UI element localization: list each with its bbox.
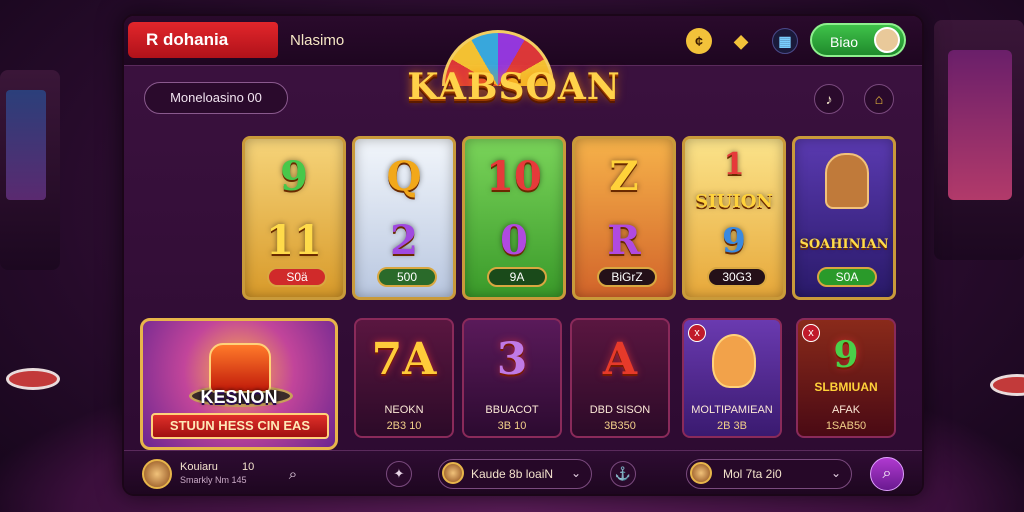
anchor-icon[interactable]: ⚓ bbox=[610, 461, 636, 487]
app-window: R dohania Nlasimo ¢ ◆ ▦ Biao Moneloasino… bbox=[122, 14, 924, 496]
card-symbol: 9 bbox=[833, 334, 859, 376]
reel-symbol: 0 bbox=[500, 217, 528, 264]
reel-badge: S0A bbox=[817, 267, 877, 287]
featured-game-card[interactable]: KESNON STUUN HESS CIN EAS bbox=[140, 318, 338, 450]
search-field[interactable]: Moneloasino 00 bbox=[144, 82, 288, 114]
slot-reels: 9 11 S0ä Q 2 500 10 0 9A Z R BiGrZ 1 SIU… bbox=[242, 136, 902, 300]
user-number: 10 bbox=[242, 461, 255, 473]
reel-1[interactable]: 9 11 S0ä bbox=[242, 136, 346, 300]
card-value: 2B3 10 bbox=[386, 420, 422, 432]
card-label: SLBMIUAN bbox=[814, 380, 878, 394]
featured-banner: STUUN HESS CIN EAS bbox=[151, 413, 329, 439]
reel-badge: BiGrZ bbox=[597, 267, 657, 287]
card-title: BBUACOT bbox=[485, 404, 539, 416]
grid-icon[interactable]: ▦ bbox=[772, 28, 798, 54]
card-symbol: 7A bbox=[371, 334, 437, 385]
character-icon bbox=[825, 153, 869, 209]
reel-2[interactable]: Q 2 500 bbox=[352, 136, 456, 300]
reel-5[interactable]: 1 SIUION 9 30G3 bbox=[682, 136, 786, 300]
chat-icon[interactable]: ◆ bbox=[728, 28, 754, 54]
reel-symbol: Z bbox=[609, 153, 639, 200]
featured-title: KESNON bbox=[200, 387, 278, 407]
alarm-light-icon bbox=[209, 343, 271, 393]
sparkle-icon[interactable]: ✦ bbox=[386, 461, 412, 487]
card-title: DBD SISON bbox=[589, 404, 651, 416]
game-card[interactable]: 3 BBUACOT 3B 10 bbox=[462, 318, 562, 438]
game-select[interactable]: Kaude 8b loaiN ⌄ bbox=[438, 459, 592, 489]
card-value: 3B 10 bbox=[497, 420, 527, 432]
reel-4[interactable]: Z R BiGrZ bbox=[572, 136, 676, 300]
card-value: 2B 3B bbox=[717, 420, 747, 432]
card-title: NEOKN bbox=[384, 404, 424, 416]
chevron-down-icon: ⌄ bbox=[570, 466, 581, 480]
game-card[interactable]: A DBD SISON 3B350 bbox=[570, 318, 670, 438]
card-title: AFAK bbox=[831, 404, 861, 416]
reel-symbol: 1 bbox=[723, 147, 745, 182]
reel-label: SIUION bbox=[695, 191, 773, 212]
reel-3[interactable]: 10 0 9A bbox=[462, 136, 566, 300]
chevron-down-icon: ⌄ bbox=[830, 466, 841, 480]
reel-badge: 500 bbox=[377, 267, 437, 287]
user-avatar bbox=[874, 27, 900, 53]
bg-slot-machine-right bbox=[934, 20, 1024, 260]
bg-slot-machine-left bbox=[0, 70, 60, 270]
game-avatar bbox=[442, 462, 464, 484]
user-subtitle: Smarkly Nm 145 bbox=[180, 475, 247, 485]
reel-symbol: 2 bbox=[390, 217, 418, 264]
game-select-label: Kaude 8b loaiN bbox=[471, 467, 554, 481]
user-name: Kouiaru bbox=[180, 461, 218, 473]
card-value: 1SAB50 bbox=[825, 420, 867, 432]
game-avatar bbox=[690, 462, 712, 484]
login-button[interactable]: Biao bbox=[810, 23, 906, 57]
login-label: Biao bbox=[830, 34, 859, 50]
home-icon[interactable]: ⌂ bbox=[864, 84, 894, 114]
reel-symbol: R bbox=[607, 217, 641, 264]
search-button[interactable]: ⌕ bbox=[870, 457, 904, 491]
reel-symbol: Q bbox=[386, 153, 422, 200]
game-card[interactable]: x MOLTIPAMIEAN 2B 3B bbox=[682, 318, 782, 438]
reel-symbol: 9 bbox=[280, 153, 308, 200]
reel-symbol: 10 bbox=[486, 153, 542, 200]
user-avatar[interactable] bbox=[142, 459, 172, 489]
brand-logo[interactable]: R dohania bbox=[128, 22, 278, 58]
reel-6[interactable]: SOAHINIAN S0A bbox=[792, 136, 896, 300]
sound-icon[interactable]: ♪ bbox=[814, 84, 844, 114]
search-icon[interactable]: ⌕ bbox=[280, 461, 306, 487]
close-icon[interactable]: x bbox=[688, 324, 706, 342]
game-card[interactable]: 7A NEOKN 2B3 10 bbox=[354, 318, 454, 438]
reel-badge: 9A bbox=[487, 267, 547, 287]
card-symbol: A bbox=[602, 334, 638, 385]
fox-icon bbox=[712, 334, 756, 388]
game-select-2[interactable]: Mol 7ta 2i0 ⌄ bbox=[686, 459, 852, 489]
bottom-bar: Kouiaru Smarkly Nm 145 10 ⌕ ✦ Kaude 8b l… bbox=[124, 450, 922, 494]
reel-label: SOAHINIAN bbox=[799, 237, 889, 252]
site-name[interactable]: Nlasimo bbox=[290, 32, 344, 49]
reel-badge: S0ä bbox=[267, 267, 327, 287]
game-logo: KABSOAN bbox=[407, 66, 621, 108]
card-title: MOLTIPAMIEAN bbox=[691, 404, 773, 416]
game-select-label: Mol 7ta 2i0 bbox=[723, 467, 782, 481]
game-card[interactable]: x 9 SLBMIUAN AFAK 1SAB50 bbox=[796, 318, 896, 438]
coin-icon[interactable]: ¢ bbox=[686, 28, 712, 54]
card-symbol: 3 bbox=[496, 334, 528, 385]
reel-badge: 30G3 bbox=[707, 267, 767, 287]
card-value: 3B350 bbox=[604, 420, 636, 432]
reel-symbol: 9 bbox=[722, 221, 746, 261]
poker-chip-left bbox=[6, 368, 60, 390]
reel-symbol: 11 bbox=[266, 217, 322, 264]
